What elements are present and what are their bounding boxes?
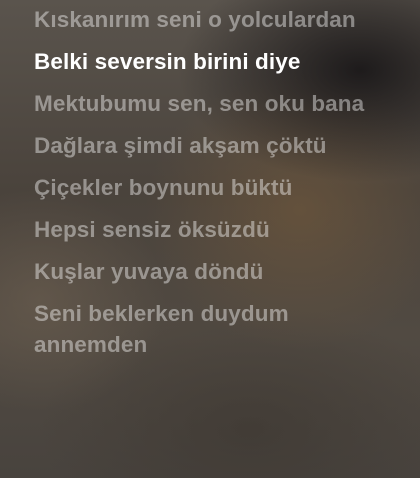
lyrics-screen: Kıskanırım seni o yolculardan Belki seve… [0, 0, 420, 478]
lyric-line[interactable]: Kuşlar yuvaya döndü [34, 256, 404, 287]
lyric-line[interactable]: Dağlara şimdi akşam çöktü [34, 130, 404, 161]
lyric-line[interactable]: Kıskanırım seni o yolculardan [34, 4, 404, 35]
lyric-line[interactable]: Çiçekler boynunu büktü [34, 172, 404, 203]
lyrics-list[interactable]: Kıskanırım seni o yolculardan Belki seve… [34, 4, 404, 371]
lyric-line-current[interactable]: Belki seversin birini diye [34, 46, 404, 77]
lyric-line[interactable]: Mektubumu sen, sen oku bana [34, 88, 404, 119]
lyric-line[interactable]: Hepsi sensiz öksüzdü [34, 214, 404, 245]
lyric-line[interactable]: Seni beklerken duydum annemden [34, 298, 404, 360]
